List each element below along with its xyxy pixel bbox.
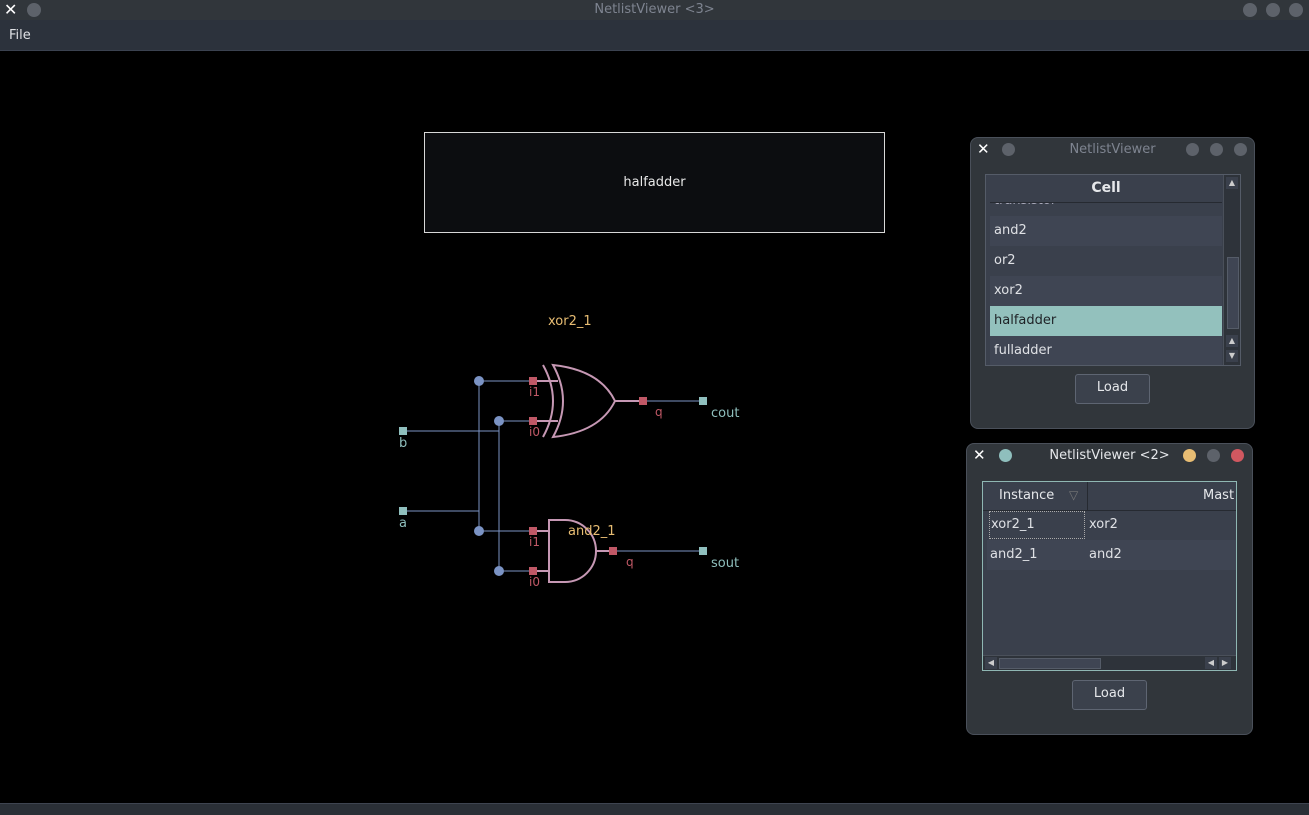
cell-list[interactable]: transistor and2 or2 xor2 halfadder fulla… xyxy=(985,174,1241,366)
cell-column-header[interactable]: Cell xyxy=(990,175,1222,203)
minimize-button[interactable] xyxy=(1183,449,1196,462)
list-item[interactable]: and2 xyxy=(990,216,1222,246)
xor-body xyxy=(551,363,617,439)
list-item[interactable]: xor2 xyxy=(990,276,1222,306)
scroll-left-icon[interactable]: ◀ xyxy=(1205,657,1217,669)
pin-square xyxy=(529,527,537,535)
horizontal-scrollbar[interactable]: ◀ ◀ ▶ xyxy=(983,655,1236,670)
table-row[interactable]: xor2_1 xor2 xyxy=(987,510,1236,540)
column-header-master[interactable]: Mast xyxy=(1203,488,1234,503)
junction xyxy=(474,376,484,386)
pin-label: q xyxy=(655,405,663,419)
pin-label: i0 xyxy=(529,575,540,589)
port-label-a: a xyxy=(399,516,407,531)
junction xyxy=(474,526,484,536)
port-square xyxy=(399,427,407,435)
scroll-thumb[interactable] xyxy=(999,658,1101,669)
port-square xyxy=(699,547,707,555)
list-item[interactable]: or2 xyxy=(990,246,1222,276)
pin-label: i1 xyxy=(529,385,540,399)
minimize-button[interactable] xyxy=(1186,143,1199,156)
column-header-instance[interactable]: Instance xyxy=(999,488,1054,503)
scroll-up-icon[interactable]: ▲ xyxy=(1226,177,1238,189)
load-button[interactable]: Load xyxy=(1072,680,1147,710)
sort-indicator-icon: ▽ xyxy=(1069,488,1079,502)
scroll-up-icon[interactable]: ▲ xyxy=(1226,335,1238,347)
vertical-scrollbar[interactable]: ▲ ▲ ▼ xyxy=(1223,175,1240,365)
cell-master[interactable]: and2 xyxy=(1089,540,1122,570)
window-close-button[interactable] xyxy=(1234,143,1247,156)
pin-square xyxy=(529,377,537,385)
pin-square xyxy=(609,547,617,555)
pin-label: q xyxy=(626,555,634,569)
pin-label: i1 xyxy=(529,535,540,549)
scroll-right-icon[interactable]: ▶ xyxy=(1219,657,1231,669)
table-row[interactable]: and2_1 and2 xyxy=(987,540,1236,570)
load-button[interactable]: Load xyxy=(1075,374,1150,404)
instance-table[interactable]: Instance ▽ Mast xor2_1 xor2 and2_1 and2 … xyxy=(982,481,1237,671)
window-close-button[interactable] xyxy=(1231,449,1244,462)
instance-label-xor: xor2_1 xyxy=(548,314,592,329)
junction xyxy=(494,566,504,576)
instance-window: ✕ NetlistViewer <2> Instance ▽ Mast xor2… xyxy=(966,443,1253,735)
junction xyxy=(494,416,504,426)
scroll-down-icon[interactable]: ▼ xyxy=(1226,350,1238,362)
pin-square xyxy=(639,397,647,405)
cell-master[interactable]: xor2 xyxy=(1089,510,1118,540)
xor-back-curve xyxy=(542,364,554,438)
list-item[interactable]: fulladder xyxy=(990,336,1222,365)
pin-square xyxy=(529,567,537,575)
scroll-thumb[interactable] xyxy=(1227,257,1239,329)
port-label-b: b xyxy=(399,436,407,451)
maximize-button[interactable] xyxy=(1210,143,1223,156)
list-item-selected[interactable]: halfadder xyxy=(990,306,1222,336)
column-divider xyxy=(1087,482,1088,510)
port-label-sout: sout xyxy=(711,556,739,571)
pins xyxy=(529,377,647,575)
port-square xyxy=(699,397,707,405)
instance-label-and: and2_1 xyxy=(568,524,616,539)
statusbar xyxy=(0,803,1309,815)
xor-gate[interactable] xyxy=(533,363,643,439)
maximize-button[interactable] xyxy=(1207,449,1220,462)
cell-instance[interactable]: and2_1 xyxy=(989,541,1086,569)
port-square xyxy=(399,507,407,515)
scroll-left-icon[interactable]: ◀ xyxy=(985,657,997,669)
pin-label: i0 xyxy=(529,425,540,439)
cell-window: ✕ NetlistViewer transistor and2 or2 xor2… xyxy=(970,137,1255,429)
table-header: Instance ▽ Mast xyxy=(983,482,1236,511)
pin-square xyxy=(529,417,537,425)
port-label-cout: cout xyxy=(711,406,739,421)
cell-instance[interactable]: xor2_1 xyxy=(989,511,1085,539)
